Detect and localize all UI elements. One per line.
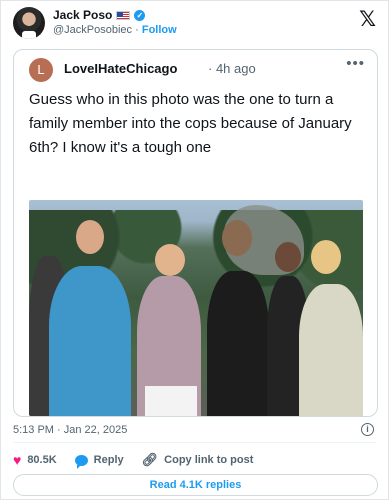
follow-button[interactable]: Follow: [142, 24, 177, 36]
author-name-row: Jack Poso ✓: [53, 8, 146, 22]
read-replies-button[interactable]: Read 4.1K replies: [13, 474, 378, 496]
reply-button[interactable]: Reply: [74, 454, 124, 469]
author-handle-row: @JackPosobiec · Follow: [53, 24, 177, 36]
photo-person: [299, 284, 363, 416]
post-photo[interactable]: [29, 200, 363, 416]
like-count: 80.5K: [27, 454, 57, 466]
link-icon: 🔗︎: [141, 452, 159, 467]
tweet-card: Jack Poso ✓ @JackPosobiec · Follow 𝕏 L L…: [0, 0, 389, 500]
quoted-post[interactable]: L LoveIHateChicago · 4h ago ••• Guess wh…: [13, 49, 378, 417]
us-flag-icon: [116, 10, 131, 20]
copy-link-button[interactable]: 🔗︎ Copy link to post: [142, 452, 254, 468]
author-avatar[interactable]: [13, 7, 45, 39]
action-bar: ♥ 80.5K Reply 🔗︎ Copy link to post: [13, 452, 271, 469]
photo-person-shorts: [145, 386, 197, 416]
copy-link-label: Copy link to post: [164, 454, 254, 466]
divider: [13, 442, 376, 443]
x-logo-icon[interactable]: 𝕏: [359, 7, 376, 31]
verified-badge-icon: ✓: [134, 9, 146, 21]
quoted-post-time: · 4h ago: [208, 61, 256, 76]
heart-icon: ♥: [13, 452, 22, 468]
photo-person-head: [275, 242, 301, 272]
like-button[interactable]: ♥ 80.5K: [13, 452, 57, 468]
photo-person: [49, 266, 131, 416]
reply-label: Reply: [93, 454, 124, 466]
quoted-author-name[interactable]: LoveIHateChicago: [64, 61, 177, 76]
author-handle[interactable]: @JackPosobiec: [53, 24, 132, 36]
info-icon[interactable]: i: [361, 423, 374, 436]
tweet-header: Jack Poso ✓ @JackPosobiec · Follow 𝕏: [13, 7, 376, 39]
quoted-post-text: Guess who in this photo was the one to t…: [29, 91, 352, 156]
photo-person-head: [222, 220, 252, 256]
photo-person-head: [76, 220, 104, 254]
quoted-author-avatar[interactable]: L: [29, 58, 53, 82]
photo-person-head: [311, 240, 341, 274]
post-timestamp[interactable]: 5:13 PM · Jan 22, 2025: [13, 424, 127, 436]
more-options-icon[interactable]: •••: [346, 55, 365, 72]
author-name[interactable]: Jack Poso: [53, 8, 112, 22]
photo-person: [207, 271, 269, 416]
reply-icon: [74, 454, 88, 469]
photo-person-head: [155, 244, 185, 276]
